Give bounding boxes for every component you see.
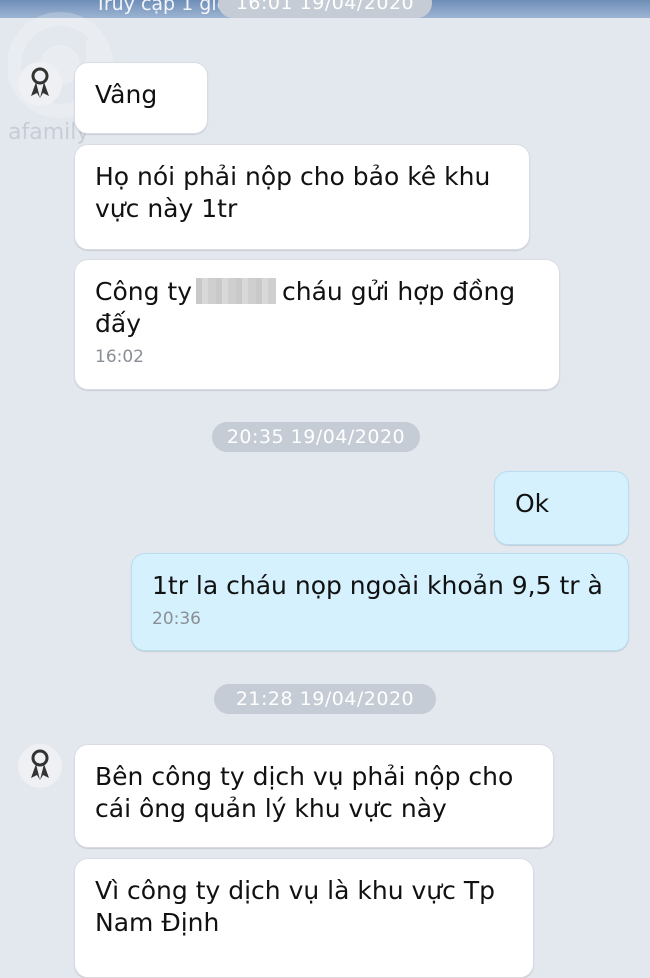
message-text: cái ông quản lý khu vực này	[95, 794, 447, 823]
incoming-message[interactable]: Bên công ty dịch vụ phải nộp cho cái ông…	[74, 744, 554, 848]
date-separator-cut: 16:01 19/04/2020	[218, 0, 432, 18]
message-text: Họ nói phải nộp cho bảo kê khu	[95, 162, 491, 191]
black-ribbon-avatar-icon	[31, 67, 49, 98]
outgoing-message[interactable]: Ok	[494, 471, 629, 545]
redacted-block	[196, 278, 277, 304]
message-text: Ok	[515, 489, 550, 518]
date-separator: 20:35 19/04/2020	[212, 422, 420, 452]
message-time: 16:02	[95, 347, 144, 367]
message-text: Nam Định	[95, 908, 220, 937]
contact-avatar[interactable]	[18, 62, 62, 106]
message-time: 20:36	[152, 609, 201, 629]
contact-avatar[interactable]	[18, 744, 62, 788]
message-text: vực này 1tr	[95, 194, 238, 223]
outgoing-message[interactable]: 1tr la cháu nọp ngoài khoản 9,5 tr à 20:…	[131, 553, 629, 651]
message-text: Bên công ty dịch vụ phải nộp cho	[95, 762, 514, 791]
incoming-message[interactable]: Họ nói phải nộp cho bảo kê khu vực này 1…	[74, 144, 530, 250]
message-text: Công ty	[95, 277, 193, 306]
message-text: Vâng	[95, 80, 158, 109]
message-text: đấy	[95, 309, 141, 338]
incoming-message[interactable]: Công ty cháu gửi hợp đồng đấy 16:02	[74, 259, 560, 390]
incoming-message[interactable]: Vì công ty dịch vụ là khu vực Tp Nam Địn…	[74, 858, 534, 978]
message-text: 1tr la cháu nọp ngoài khoản 9,5 tr à	[152, 571, 603, 600]
message-text: cháu gửi hợp đồng	[282, 277, 516, 306]
incoming-message[interactable]: Vâng	[74, 62, 208, 134]
black-ribbon-avatar-icon	[31, 749, 49, 780]
date-separator: 21:28 19/04/2020	[214, 684, 436, 714]
message-text: Vì công ty dịch vụ là khu vực Tp	[95, 876, 495, 905]
